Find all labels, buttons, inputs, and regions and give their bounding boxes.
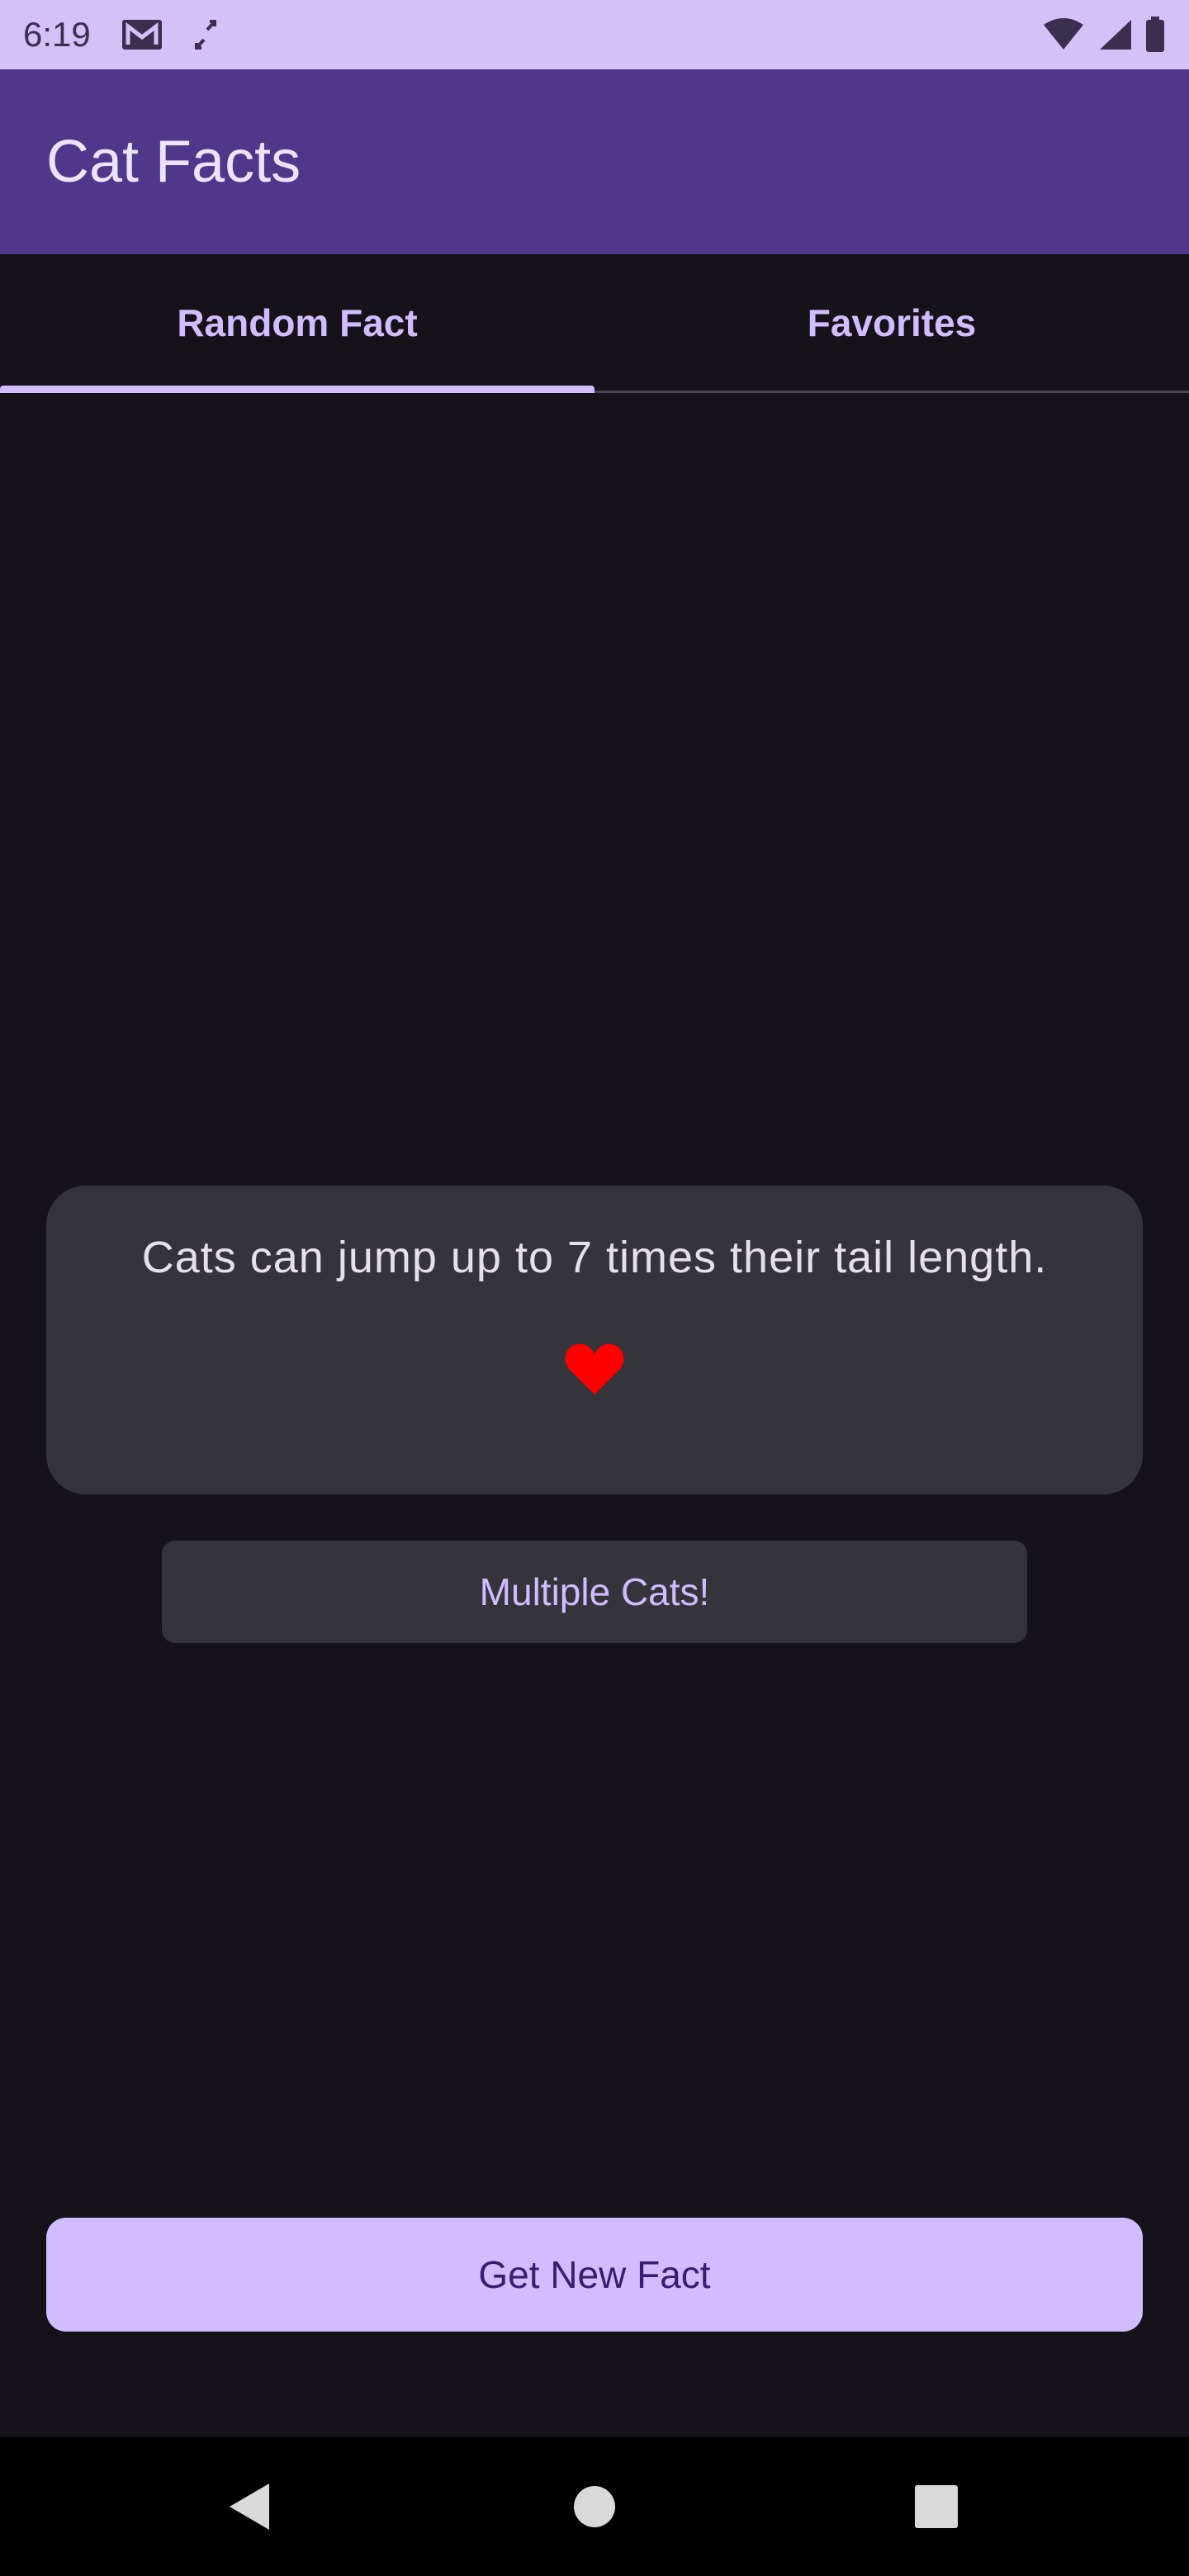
get-new-fact-button[interactable]: Get New Fact <box>46 2218 1143 2332</box>
status-time: 6:19 <box>23 15 91 54</box>
tab-selected-indicator <box>0 386 594 393</box>
fact-text: Cats can jump up to 7 times their tail l… <box>141 1233 1048 1282</box>
tab-favorites-label: Favorites <box>807 301 977 344</box>
tab-random-fact[interactable]: Random Fact <box>0 254 594 393</box>
gmail-icon <box>121 17 163 53</box>
screen-rotate-icon <box>193 18 218 51</box>
tab-random-fact-label: Random Fact <box>177 301 418 344</box>
home-icon[interactable] <box>537 2437 652 2576</box>
app-bar: Cat Facts <box>0 69 1189 254</box>
tab-favorites[interactable]: Favorites <box>594 254 1189 391</box>
cellular-signal-icon <box>1097 18 1133 51</box>
recents-icon[interactable] <box>879 2437 994 2576</box>
heart-icon[interactable] <box>561 1339 628 1399</box>
status-bar: 6:19 <box>0 0 1189 69</box>
status-left-icons <box>121 17 218 53</box>
back-icon[interactable] <box>192 2437 307 2576</box>
app-title: Cat Facts <box>46 129 301 195</box>
system-navigation-bar <box>0 2437 1189 2576</box>
wifi-icon <box>1042 18 1085 51</box>
tab-row: Random Fact Favorites <box>0 254 1189 393</box>
status-right-icons <box>1042 0 1166 69</box>
multiple-cats-button[interactable]: Multiple Cats! <box>162 1541 1027 1643</box>
fact-card: Cats can jump up to 7 times their tail l… <box>46 1186 1143 1494</box>
battery-icon <box>1144 17 1166 53</box>
